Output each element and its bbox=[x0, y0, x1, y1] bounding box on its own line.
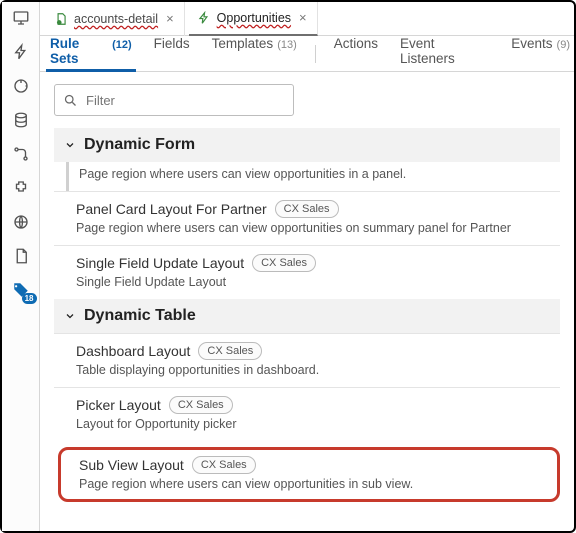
sub-tab-bar: Rule Sets (12) Fields Templates (13) Act… bbox=[40, 36, 574, 72]
subtab-count: (12) bbox=[112, 39, 132, 51]
item-desc: Page region where users can view opportu… bbox=[79, 477, 549, 491]
filter-box[interactable] bbox=[54, 84, 294, 116]
flow-icon[interactable] bbox=[11, 144, 31, 164]
subtab-label: Rule Sets bbox=[50, 36, 108, 66]
subtab-label: Fields bbox=[154, 36, 190, 51]
globe-icon[interactable] bbox=[11, 212, 31, 232]
extension-icon[interactable] bbox=[11, 178, 31, 198]
divider bbox=[315, 45, 316, 63]
chip: CX Sales bbox=[192, 456, 256, 474]
subtab-events[interactable]: Events (9) bbox=[507, 36, 574, 72]
subtab-rule-sets[interactable]: Rule Sets (12) bbox=[46, 36, 136, 72]
tab-label: Opportunities bbox=[217, 11, 291, 25]
list-item-highlighted[interactable]: Sub View Layout CX Sales Page region whe… bbox=[58, 447, 560, 502]
item-title: Dashboard Layout bbox=[76, 343, 190, 359]
chip: CX Sales bbox=[275, 200, 339, 218]
tab-accounts-detail[interactable]: accounts-detail × bbox=[46, 2, 185, 36]
subtab-count: (9) bbox=[557, 39, 570, 51]
item-title: Single Field Update Layout bbox=[76, 255, 244, 271]
tag-icon[interactable]: 18 bbox=[11, 280, 31, 300]
close-icon[interactable]: × bbox=[297, 10, 309, 25]
item-desc: Page region where users can view opportu… bbox=[76, 221, 556, 235]
section-title: Dynamic Table bbox=[84, 307, 196, 325]
search-icon bbox=[63, 93, 78, 108]
bolt-file-icon bbox=[197, 11, 211, 25]
chip: CX Sales bbox=[169, 396, 233, 414]
subtab-templates[interactable]: Templates (13) bbox=[208, 36, 301, 72]
subtab-fields[interactable]: Fields bbox=[150, 36, 194, 72]
subtab-count: (13) bbox=[277, 39, 297, 51]
target-icon[interactable] bbox=[11, 76, 31, 96]
chevron-down-icon bbox=[64, 139, 76, 151]
list-item[interactable]: Page region where users can view opportu… bbox=[66, 162, 560, 191]
filter-input[interactable] bbox=[84, 92, 285, 109]
tab-label: accounts-detail bbox=[74, 12, 158, 26]
subtab-label: Actions bbox=[334, 36, 378, 51]
item-desc: Page region where users can view opportu… bbox=[79, 167, 556, 181]
subtab-actions[interactable]: Actions bbox=[330, 36, 382, 72]
tab-opportunities[interactable]: Opportunities × bbox=[189, 2, 318, 36]
item-title: Picker Layout bbox=[76, 397, 161, 413]
subtab-label: Events bbox=[511, 36, 552, 51]
list-item[interactable]: Picker Layout CX Sales Layout for Opport… bbox=[54, 387, 560, 441]
subtab-event-listeners[interactable]: Event Listeners bbox=[396, 36, 493, 72]
content-area: Dynamic Form Page region where users can… bbox=[40, 72, 574, 531]
database-icon[interactable] bbox=[11, 110, 31, 130]
item-title: Sub View Layout bbox=[79, 457, 184, 473]
item-title: Panel Card Layout For Partner bbox=[76, 201, 267, 217]
monitor-icon[interactable] bbox=[11, 8, 31, 28]
chip: CX Sales bbox=[198, 342, 262, 360]
section-dynamic-form[interactable]: Dynamic Form bbox=[54, 128, 560, 162]
tag-badge: 18 bbox=[22, 293, 37, 304]
section-dynamic-table[interactable]: Dynamic Table bbox=[54, 299, 560, 333]
item-desc: Single Field Update Layout bbox=[76, 275, 556, 289]
section-title: Dynamic Form bbox=[84, 136, 195, 154]
document-icon[interactable] bbox=[11, 246, 31, 266]
file-tab-bar: accounts-detail × Opportunities × bbox=[40, 2, 574, 36]
chip: CX Sales bbox=[252, 254, 316, 272]
subtab-label: Templates bbox=[212, 36, 274, 51]
item-desc: Layout for Opportunity picker bbox=[76, 417, 556, 431]
list-item[interactable]: Single Field Update Layout CX Sales Sing… bbox=[54, 245, 560, 299]
file-icon bbox=[54, 12, 68, 26]
chevron-down-icon bbox=[64, 310, 76, 322]
item-desc: Table displaying opportunities in dashbo… bbox=[76, 363, 556, 377]
subtab-label: Event Listeners bbox=[400, 36, 489, 66]
left-sidebar: 18 bbox=[2, 2, 40, 531]
bolt-icon[interactable] bbox=[11, 42, 31, 62]
list-item[interactable]: Panel Card Layout For Partner CX Sales P… bbox=[54, 191, 560, 245]
close-icon[interactable]: × bbox=[164, 11, 176, 26]
list-item[interactable]: Dashboard Layout CX Sales Table displayi… bbox=[54, 333, 560, 387]
